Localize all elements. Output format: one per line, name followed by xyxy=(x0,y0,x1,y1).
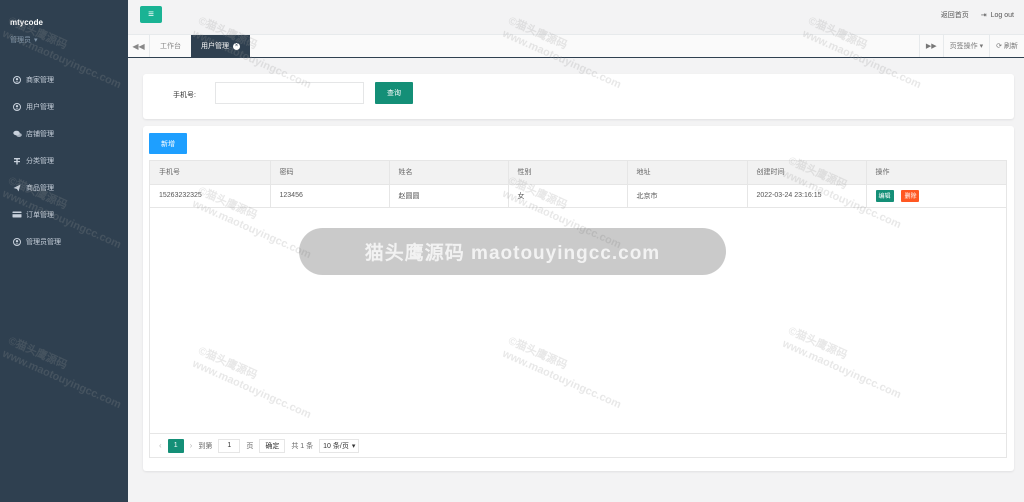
role-dropdown[interactable]: 管理员 ▾ xyxy=(10,35,128,45)
tabs-scroll-left-button[interactable]: ◀◀ xyxy=(128,35,150,57)
backward-icon: ◀◀ xyxy=(132,41,145,51)
sidebar-item-label: 订单管理 xyxy=(26,211,54,219)
logout-label: Log out xyxy=(990,11,1014,19)
sitemap-icon xyxy=(12,157,22,165)
edit-button[interactable]: 编辑 xyxy=(875,189,894,202)
table-header-row: 手机号 密码 姓名 性别 地址 创建时间 操作 xyxy=(150,161,1006,185)
cell-actions: 编辑 删除 xyxy=(866,184,1006,208)
sidebar-item-label: 管理员管理 xyxy=(26,238,61,246)
credit-card-icon xyxy=(12,211,22,218)
refresh-button[interactable]: ⟳ 刷新 xyxy=(989,35,1024,57)
pagination: ‹ 1 › 到第 1 页 确定 共 1 条 10 条/页 ▾ xyxy=(149,434,1007,458)
column-header-name[interactable]: 姓名 xyxy=(389,161,509,185)
total-count: 共 1 条 xyxy=(291,442,314,450)
cell-name: 赵圆圆 xyxy=(389,184,509,208)
user-circle-icon xyxy=(12,237,22,246)
goto-confirm-button[interactable]: 确定 xyxy=(259,438,286,453)
comments-icon xyxy=(12,130,22,138)
page-tabs-bar: ◀◀ 工作台 用户管理 × ▶▶ 页签操作 ▾ ⟳ 刷新 xyxy=(128,34,1024,58)
phone-search-input[interactable] xyxy=(215,82,364,104)
tabs-scroll-right-button[interactable]: ▶▶ xyxy=(918,35,943,57)
page-size-select[interactable]: 10 条/页 ▾ xyxy=(319,438,360,453)
next-page-icon[interactable]: › xyxy=(190,441,193,450)
user-circle-icon xyxy=(12,102,22,111)
delete-button[interactable]: 删除 xyxy=(901,189,920,202)
sidebar-item-orders[interactable]: 订单管理 xyxy=(0,201,128,228)
tabs-spacer xyxy=(250,35,919,57)
query-button[interactable]: 查询 xyxy=(375,82,413,104)
cell-gender: 女 xyxy=(508,184,628,208)
cell-address: 北京市 xyxy=(627,184,748,208)
cell-created: 2022-03-24 23:16:15 xyxy=(747,184,867,208)
user-circle-icon xyxy=(12,75,22,84)
caret-down-icon: ▾ xyxy=(979,43,984,50)
user-profile: mtycode 管理员 ▾ xyxy=(0,0,128,62)
username: mtycode xyxy=(10,18,43,27)
page-unit-label: 页 xyxy=(246,442,254,450)
sidebar-item-merchant[interactable]: 商家管理 xyxy=(0,66,128,93)
top-right-links: 返回首页 ⇥ Log out xyxy=(941,10,1014,20)
sidebar-nav: 商家管理 用户管理 店铺管理 分类管理 商品管理 订单管理 管理员管理 xyxy=(0,66,128,255)
close-tab-icon[interactable]: × xyxy=(233,42,240,50)
menu-toggle-button[interactable]: ≡ xyxy=(140,6,162,23)
phone-label: 手机号: xyxy=(173,92,196,99)
sidebar-item-users[interactable]: 用户管理 xyxy=(0,93,128,120)
watermark-toast: 猫头鹰源码 maotouyingcc.com xyxy=(299,228,726,275)
tab-user-management[interactable]: 用户管理 × xyxy=(191,35,250,57)
top-navbar: ≡ 返回首页 ⇥ Log out xyxy=(128,0,1024,34)
hamburger-icon: ≡ xyxy=(148,9,154,20)
search-panel: 手机号: 查询 xyxy=(143,74,1014,119)
sidebar-item-admins[interactable]: 管理员管理 xyxy=(0,228,128,255)
tab-workbench[interactable]: 工作台 xyxy=(150,35,191,57)
sidebar-item-label: 商品管理 xyxy=(26,184,54,192)
sidebar-item-categories[interactable]: 分类管理 xyxy=(0,147,128,174)
sidebar-item-label: 分类管理 xyxy=(26,157,54,165)
cell-password: 123456 xyxy=(270,184,390,208)
page-ops-dropdown[interactable]: 页签操作 ▾ xyxy=(942,35,990,57)
chevron-down-icon: ▾ xyxy=(351,442,356,450)
table-panel: 新增 手机号 密码 姓名 性别 地址 创建时间 操作 15263232325 1… xyxy=(143,126,1014,471)
tab-label: 工作台 xyxy=(160,43,181,50)
paper-plane-icon xyxy=(12,184,22,192)
sidebar-item-shops[interactable]: 店铺管理 xyxy=(0,120,128,147)
role-label: 管理员 xyxy=(10,37,31,44)
goto-page-input[interactable]: 1 xyxy=(218,438,241,453)
data-table: 手机号 密码 姓名 性别 地址 创建时间 操作 15263232325 1234… xyxy=(149,160,1007,434)
column-header-gender[interactable]: 性别 xyxy=(508,161,628,185)
column-header-actions: 操作 xyxy=(866,161,1006,185)
column-header-password[interactable]: 密码 xyxy=(270,161,390,185)
refresh-icon: ⟳ xyxy=(996,43,1002,50)
page-size-value: 10 条/页 xyxy=(323,442,349,450)
column-header-phone[interactable]: 手机号 xyxy=(150,161,271,185)
tab-label: 用户管理 xyxy=(201,43,229,50)
cell-phone: 15263232325 xyxy=(150,184,271,208)
sidebar: mtycode 管理员 ▾ 商家管理 用户管理 店铺管理 分类管理 商品管理 订… xyxy=(0,0,128,502)
back-home-link[interactable]: 返回首页 xyxy=(941,10,969,20)
column-header-created[interactable]: 创建时间 xyxy=(747,161,867,185)
sidebar-item-label: 用户管理 xyxy=(26,103,54,111)
logout-link[interactable]: ⇥ Log out xyxy=(980,11,1014,20)
table-row[interactable]: 15263232325 123456 赵圆圆 女 北京市 2022-03-24 … xyxy=(150,184,1006,208)
sidebar-item-label: 商家管理 xyxy=(26,76,54,84)
caret-down-icon: ▾ xyxy=(34,37,38,44)
prev-page-icon[interactable]: ‹ xyxy=(159,441,162,450)
refresh-label: 刷新 xyxy=(1004,43,1018,50)
column-header-address[interactable]: 地址 xyxy=(627,161,748,185)
current-page[interactable]: 1 xyxy=(167,438,184,453)
add-button[interactable]: 新增 xyxy=(149,133,187,154)
sidebar-item-products[interactable]: 商品管理 xyxy=(0,174,128,201)
page-ops-label: 页签操作 xyxy=(949,43,978,50)
goto-label: 到第 xyxy=(198,442,213,450)
forward-icon: ▶▶ xyxy=(925,43,937,50)
sidebar-item-label: 店铺管理 xyxy=(26,130,54,138)
sign-out-icon: ⇥ xyxy=(980,12,987,19)
